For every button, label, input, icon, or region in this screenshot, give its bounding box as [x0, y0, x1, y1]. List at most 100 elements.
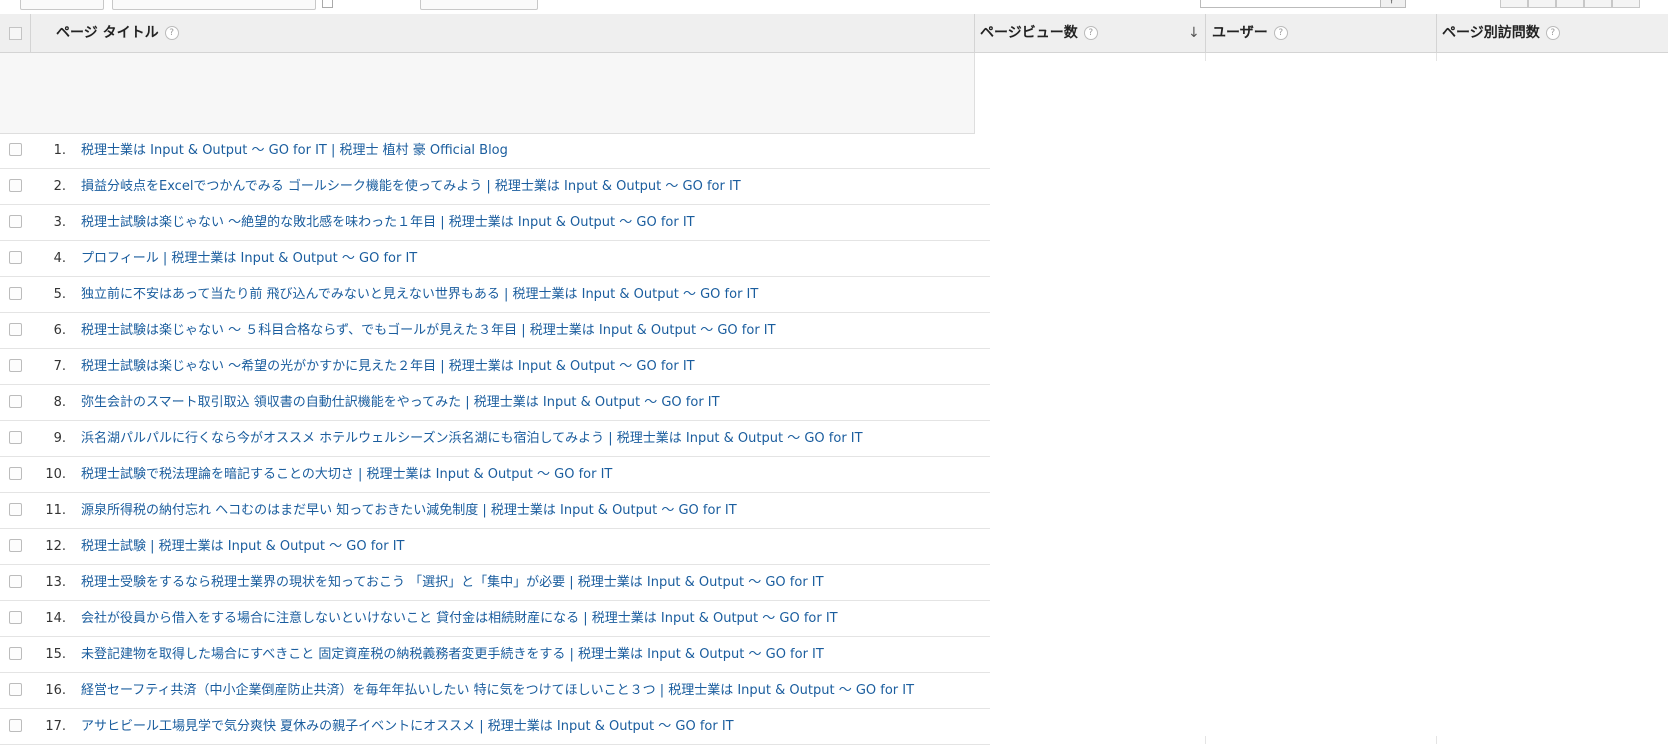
row-index: 10. — [45, 467, 66, 482]
percentage-view-icon[interactable] — [1528, 0, 1556, 8]
row-index: 7. — [53, 359, 66, 374]
column-divider — [1205, 736, 1206, 744]
page-title-link[interactable]: 税理士業は Input & Output ～ GO for IT | 税理士 植… — [81, 133, 508, 168]
table-row: 8. 弥生会計のスマート取引取込 領収書の自動仕訳機能をやってみた | 税理士業は… — [0, 385, 990, 421]
row-checkbox[interactable] — [9, 647, 22, 660]
row-checkbox[interactable] — [9, 215, 22, 228]
row-checkbox[interactable] — [9, 467, 22, 480]
page-title-link[interactable]: 税理士試験は楽じゃない ～絶望的な敗北感を味わった１年目 | 税理士業は Inp… — [81, 205, 695, 240]
table-row: 6. 税理士試験は楽じゃない ～ ５科目合格ならず、でもゴールが見えた３年目 | … — [0, 313, 990, 349]
table-view-icon[interactable] — [1500, 0, 1528, 8]
table-header: ページ タイトル? ページビュー数? ユーザー? ページ別訪問数? — [0, 14, 1668, 53]
page-title-link[interactable]: 税理士受験をするなら税理士業界の現状を知っておこう 「選択」と「集中」が必要 |… — [81, 565, 824, 600]
row-checkbox[interactable] — [9, 539, 22, 552]
row-index: 15. — [45, 647, 66, 662]
help-icon[interactable]: ? — [1083, 26, 1098, 40]
page-title-link[interactable]: アサヒビール工場見学で気分爽快 夏休みの親子イベントにオススメ | 税理士業は … — [81, 709, 734, 744]
table-row: 11. 源泉所得税の納付忘れ ヘコむのはまだ早い 知っておきたい減免制度 | 税理… — [0, 493, 990, 529]
sort-type-dropdown[interactable] — [420, 0, 538, 10]
table-body: 1. 税理士業は Input & Output ～ GO for IT | 税理士… — [0, 133, 990, 745]
table-row: 5. 独立前に不安はあって当たり前 飛び込んでみないと見えない世界もある | 税理… — [0, 277, 990, 313]
page-title-link[interactable]: 経営セーフティ共済（中小企業倒産防止共済）を毎年年払いしたい 特に気をつけてほし… — [81, 673, 914, 708]
row-index: 12. — [45, 539, 66, 554]
row-index: 14. — [45, 611, 66, 626]
page-title-link[interactable]: 税理士試験 | 税理士業は Input & Output ～ GO for IT — [81, 529, 404, 564]
summary-row-checkbox-cell — [0, 53, 31, 134]
row-checkbox[interactable] — [9, 503, 22, 516]
column-header-label: ユーザー — [1212, 25, 1268, 41]
row-checkbox[interactable] — [9, 719, 22, 732]
page-title-link[interactable]: 未登記建物を取得した場合にすべきこと 固定資産税の納税義務者変更手続きをする |… — [81, 637, 824, 672]
row-index: 17. — [45, 719, 66, 734]
column-divider — [1436, 53, 1437, 61]
column-divider — [30, 14, 31, 52]
summary-row — [30, 53, 975, 134]
page-title-link[interactable]: 税理士試験は楽じゃない ～希望の光がかすかに見えた２年目 | 税理士業は Inp… — [81, 349, 695, 384]
help-icon[interactable]: ? — [1545, 26, 1560, 40]
column-header-users[interactable]: ユーザー? — [1212, 14, 1288, 52]
term-cloud-view-icon[interactable] — [1612, 0, 1640, 8]
column-header-page-title[interactable]: ページ タイトル? — [56, 14, 179, 52]
row-index: 1. — [53, 143, 66, 158]
table-row: 10. 税理士試験で税法理論を暗記することの大切さ | 税理士業は Input &… — [0, 457, 990, 493]
row-index: 13. — [45, 575, 66, 590]
page-title-link[interactable]: 税理士試験で税法理論を暗記することの大切さ | 税理士業は Input & Ou… — [81, 457, 612, 492]
row-index: 9. — [53, 431, 66, 446]
page-title-link[interactable]: 源泉所得税の納付忘れ ヘコむのはまだ早い 知っておきたい減免制度 | 税理士業は… — [81, 493, 737, 528]
row-checkbox[interactable] — [9, 683, 22, 696]
column-header-label: ページ タイトル — [56, 25, 159, 41]
column-divider — [1205, 14, 1206, 52]
view-selector[interactable] — [20, 0, 104, 10]
row-checkbox[interactable] — [9, 323, 22, 336]
row-index: 6. — [53, 323, 66, 338]
comparison-view-icon[interactable] — [1584, 0, 1612, 8]
page-title-link[interactable]: 税理士試験は楽じゃない ～ ５科目合格ならず、でもゴールが見えた３年目 | 税理… — [81, 313, 776, 348]
table-row: 9. 浜名湖パルパルに行くなら今がオススメ ホテルウェルシーズン浜名湖にも宿泊して… — [0, 421, 990, 457]
table-row: 12. 税理士試験 | 税理士業は Input & Output ～ GO for… — [0, 529, 990, 565]
toolbar-checkbox[interactable] — [322, 0, 333, 8]
page-title-link[interactable]: 会社が役員から借入をする場合に注意しないといけないこと 貸付金は相続財産になる … — [81, 601, 838, 636]
select-all-checkbox[interactable] — [9, 27, 22, 40]
row-checkbox[interactable] — [9, 179, 22, 192]
row-checkbox[interactable] — [9, 287, 22, 300]
help-icon[interactable]: ? — [1273, 26, 1288, 40]
row-index: 5. — [53, 287, 66, 302]
help-icon[interactable]: ? — [164, 26, 179, 40]
table-row: 16. 経営セーフティ共済（中小企業倒産防止共済）を毎年年払いしたい 特に気をつけ… — [0, 673, 990, 709]
table-row: 1. 税理士業は Input & Output ～ GO for IT | 税理士… — [0, 133, 990, 169]
column-header-unique-pageviews[interactable]: ページ別訪問数? — [1442, 14, 1560, 52]
row-index: 11. — [45, 503, 66, 518]
row-checkbox[interactable] — [9, 431, 22, 444]
row-checkbox[interactable] — [9, 611, 22, 624]
page-title-link[interactable]: 独立前に不安はあって当たり前 飛び込んでみないと見えない世界もある | 税理士業… — [81, 277, 758, 312]
column-header-label: ページビュー数 — [980, 25, 1078, 41]
column-divider — [1436, 736, 1437, 744]
row-checkbox[interactable] — [9, 143, 22, 156]
table-row: 4. プロフィール | 税理士業は Input & Output ～ GO for… — [0, 241, 990, 277]
search-button[interactable]: ⚲ — [1380, 0, 1406, 8]
row-index: 4. — [53, 251, 66, 266]
row-checkbox[interactable] — [9, 575, 22, 588]
table-row: 14. 会社が役員から借入をする場合に注意しないといけないこと 貸付金は相続財産に… — [0, 601, 990, 637]
search-input[interactable] — [1200, 0, 1382, 8]
page-title-link[interactable]: 損益分岐点をExcelでつかんでみる ゴールシーク機能を使ってみよう | 税理士… — [81, 169, 741, 204]
row-index: 8. — [53, 395, 66, 410]
row-checkbox[interactable] — [9, 395, 22, 408]
table-row: 3. 税理士試験は楽じゃない ～絶望的な敗北感を味わった１年目 | 税理士業は I… — [0, 205, 990, 241]
table-row: 2. 損益分岐点をExcelでつかんでみる ゴールシーク機能を使ってみよう | 税… — [0, 169, 990, 205]
row-checkbox[interactable] — [9, 251, 22, 264]
search-icon: ⚲ — [1388, 0, 1395, 7]
performance-view-icon[interactable] — [1556, 0, 1584, 8]
page-title-link[interactable]: プロフィール | 税理士業は Input & Output ～ GO for I… — [81, 241, 417, 276]
table-row: 17. アサヒビール工場見学で気分爽快 夏休みの親子イベントにオススメ | 税理士… — [0, 709, 990, 745]
page-title-link[interactable]: 浜名湖パルパルに行くなら今がオススメ ホテルウェルシーズン浜名湖にも宿泊してみよ… — [81, 421, 863, 456]
sort-descending-icon[interactable]: ↓ — [1188, 14, 1200, 52]
column-divider — [974, 14, 975, 52]
row-checkbox[interactable] — [9, 359, 22, 372]
page-title-link[interactable]: 弥生会計のスマート取引取込 領収書の自動仕訳機能をやってみた | 税理士業は I… — [81, 385, 720, 420]
table-row: 15. 未登記建物を取得した場合にすべきこと 固定資産税の納税義務者変更手続きをす… — [0, 637, 990, 673]
secondary-dimension-dropdown[interactable] — [112, 0, 316, 10]
table-row: 13. 税理士受験をするなら税理士業界の現状を知っておこう 「選択」と「集中」が必… — [0, 565, 990, 601]
row-index: 16. — [45, 683, 66, 698]
column-header-pageviews[interactable]: ページビュー数? — [980, 14, 1098, 52]
